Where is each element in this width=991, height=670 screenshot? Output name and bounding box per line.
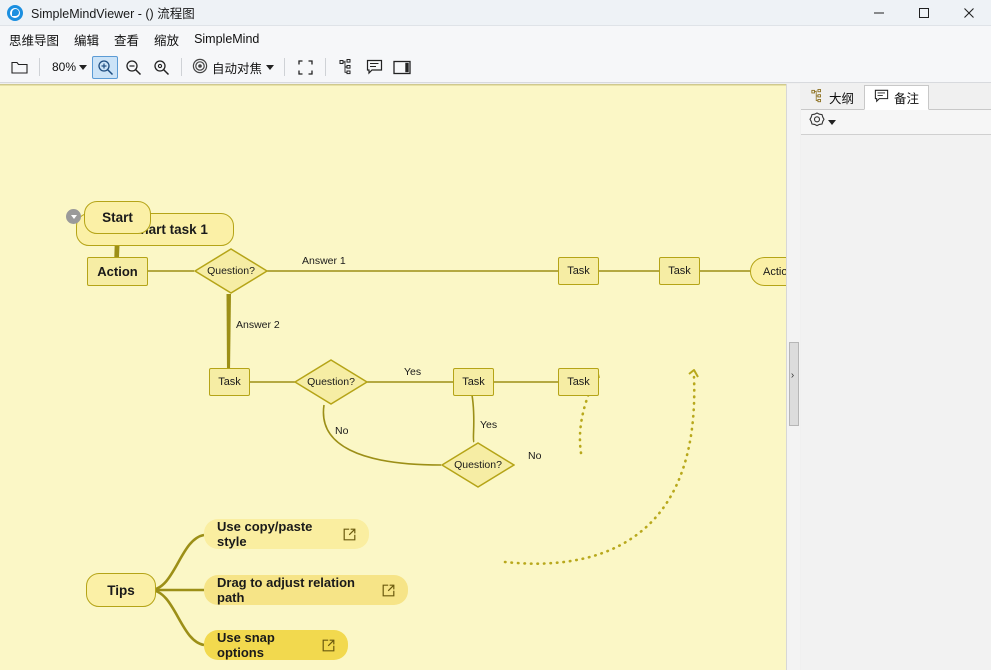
toolbar-separator-3 [284,58,285,76]
right-panel-tabs: 大纲 备注 [801,84,991,110]
mindmap-canvas[interactable]: Flowchart task 1 Start Action Question? [0,84,791,670]
chevron-down-icon [79,65,87,70]
notes-editor-area[interactable] [801,135,991,670]
toolbar: 80% [0,52,991,83]
node-task-e[interactable]: Task [558,368,599,396]
edge-label-answer-2: Answer 2 [236,319,280,331]
tip-label: Use copy/paste style [217,519,329,549]
menu-bar: 思维导图 编辑 查看 缩放 SimpleMind [0,26,991,52]
target-icon [192,58,208,77]
panel-splitter-handle[interactable]: › [788,369,797,381]
node-label: Question? [207,265,255,277]
node-tip-use-snap-options[interactable]: Use snap options [204,630,348,660]
edge-question1-taska [227,294,232,372]
note-icon [874,89,889,106]
menu-zoom[interactable]: 缩放 [147,28,186,51]
maximize-button[interactable] [901,0,946,26]
menu-mindmap[interactable]: 思维导图 [2,28,66,51]
note-icon[interactable] [361,56,387,79]
folder-open-icon[interactable] [6,56,32,79]
fullscreen-icon[interactable] [292,56,318,79]
node-action-1[interactable]: Action [87,257,148,286]
toolbar-separator-4 [325,58,326,76]
collapse-toggle-start[interactable] [66,209,81,224]
edge-taskd-question3-yes [472,395,474,442]
node-task-b[interactable]: Task [558,257,599,285]
node-task-a[interactable]: Task [209,368,250,396]
node-tip-drag-to-adjust-relation-path[interactable]: Drag to adjust relation path [204,575,408,605]
notes-settings-button[interactable] [809,112,836,133]
zoom-level-value: 80% [52,60,76,74]
node-label: Task [668,265,691,277]
edge-label-yes-2: Yes [480,419,497,431]
tab-outline-label: 大纲 [829,88,854,107]
menu-edit[interactable]: 编辑 [67,28,106,51]
edge-label-no-1: No [335,425,348,437]
node-label: Task [218,376,241,388]
side-panel-icon[interactable] [389,56,415,79]
autofocus-button[interactable]: 自动对焦 [188,58,278,77]
toolbar-separator-1 [39,58,40,76]
node-question-2[interactable]: Question? [294,359,368,405]
node-label: Question? [307,376,355,388]
node-label: Question? [454,459,502,471]
node-question-1[interactable]: Question? [194,248,268,294]
close-button[interactable] [946,0,991,26]
right-panel: 大纲 备注 [801,84,991,670]
menu-simplemind[interactable]: SimpleMind [187,30,266,48]
node-tips-root[interactable]: Tips [86,573,156,607]
outline-icon[interactable] [333,56,359,79]
node-label: Task [567,265,590,277]
zoom-level-combo[interactable]: 80% [48,60,91,74]
canvas-vscroll-thumb[interactable] [789,342,799,426]
edge-label-yes-1: Yes [404,366,421,378]
node-label: Task [462,376,485,388]
minimize-button[interactable] [856,0,901,26]
node-label: Action [97,264,137,279]
tab-outline[interactable]: 大纲 [801,84,864,109]
node-label: Start [102,210,133,225]
external-link-icon[interactable] [368,584,395,597]
zoom-actual-icon[interactable] [148,56,174,79]
zoom-out-icon[interactable] [120,56,146,79]
edge-tips-tip3 [150,590,204,645]
zoom-in-icon[interactable] [92,56,118,79]
outline-icon [811,89,824,106]
chevron-down-icon [828,120,836,125]
menu-view[interactable]: 查看 [107,28,146,51]
edge-tips-tip1 [150,535,204,590]
node-start[interactable]: Start [84,201,151,234]
tip-label: Drag to adjust relation path [217,575,368,605]
mindmap-content: Flowchart task 1 Start Action Question? [0,85,791,670]
window-title: SimpleMindViewer - () 流程图 [31,3,195,22]
edge-label-no-2: No [528,450,541,462]
node-label: Task [567,376,590,388]
tip-label: Use snap options [217,630,308,660]
autofocus-label: 自动对焦 [212,58,262,77]
node-question-3[interactable]: Question? [441,442,515,488]
external-link-icon[interactable] [329,528,356,541]
node-task-d[interactable]: Task [453,368,494,396]
edge-label-answer-1: Answer 1 [302,255,346,267]
tab-notes-label: 备注 [894,88,919,107]
gear-icon [809,112,825,133]
external-link-icon[interactable] [308,639,335,652]
application-window: SimpleMindViewer - () 流程图 思维导图 编辑 查看 缩放 … [0,0,991,670]
chevron-down-icon [266,65,274,70]
right-panel-toolbar [801,110,991,135]
tab-notes[interactable]: 备注 [864,85,929,110]
node-task-c[interactable]: Task [659,257,700,285]
node-label: Tips [107,583,135,598]
node-tip-use-copy-paste-style[interactable]: Use copy/paste style [204,519,369,549]
relation-question3-taskc [505,377,694,564]
title-bar: SimpleMindViewer - () 流程图 [0,0,991,26]
node-action-2[interactable]: Action [750,257,791,286]
window-controls [856,0,991,26]
simplemind-icon [7,5,23,21]
toolbar-separator-2 [181,58,182,76]
